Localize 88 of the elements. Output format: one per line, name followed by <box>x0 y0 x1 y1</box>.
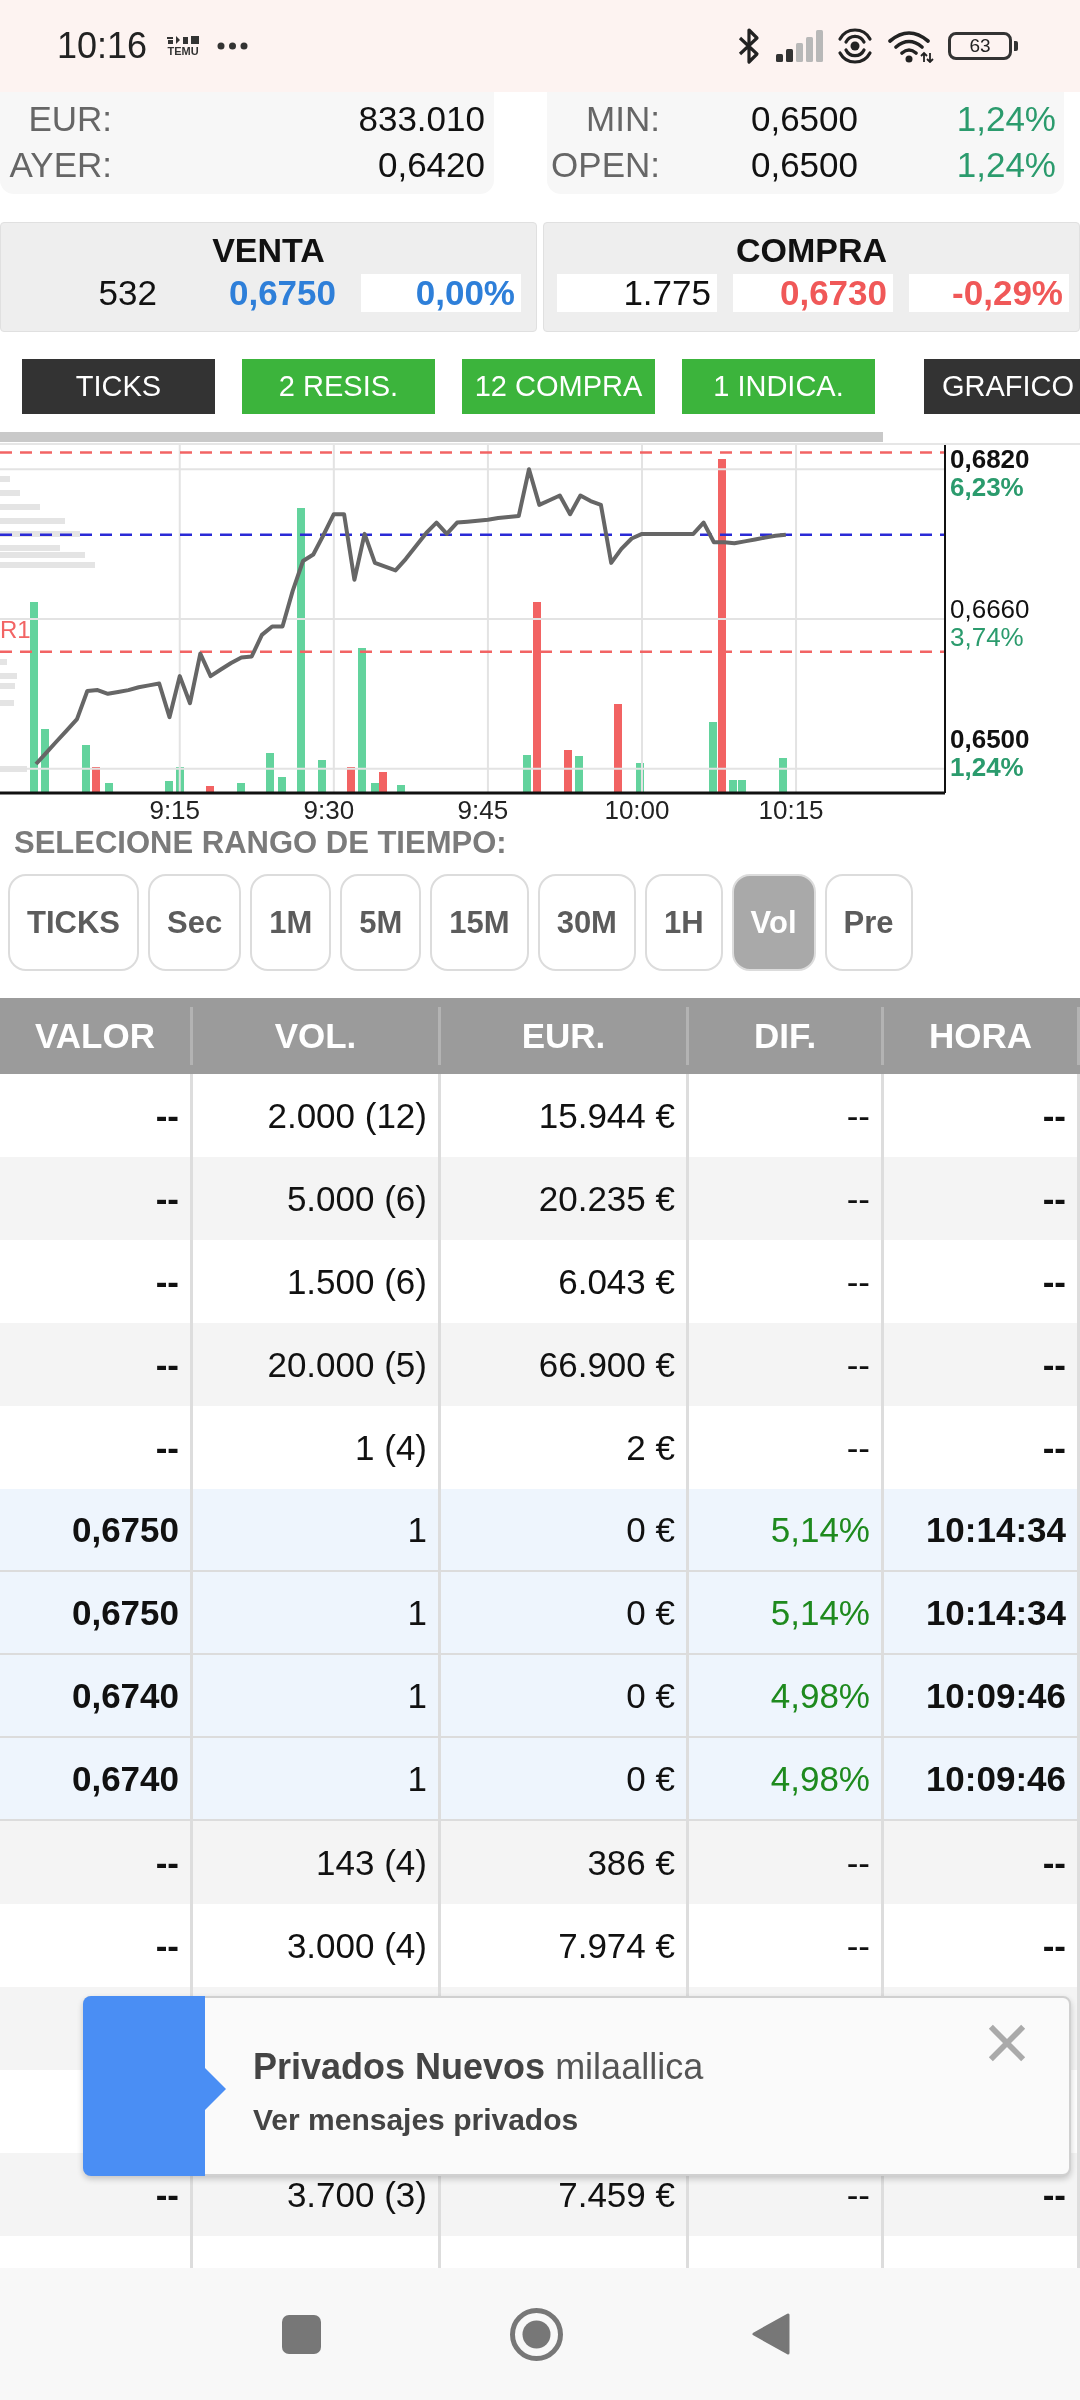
level-label: R1 <box>0 615 31 643</box>
volume-bar <box>564 750 572 793</box>
volume-bar <box>41 729 49 793</box>
column-header: VALOR <box>0 1007 193 1065</box>
percent-label: 3,74% <box>950 622 1024 652</box>
volume-bar <box>92 767 100 793</box>
section-title: SELECIONE RANGO DE TIEMPO: <box>14 825 508 861</box>
change-percent: 1,24% <box>955 99 1056 139</box>
volume-bar <box>636 763 644 793</box>
field-label: OPEN: <box>550 145 660 185</box>
horizontal-scrollbar[interactable] <box>0 432 883 442</box>
column-header: EUR. <box>441 1007 689 1065</box>
time-range-button[interactable]: 5M <box>340 874 422 971</box>
clock-time: 10:16 <box>57 25 148 67</box>
time-range-button[interactable]: 15M <box>430 874 529 971</box>
field-value: 0,6500 <box>749 99 858 139</box>
book-title: COMPRA <box>734 230 889 270</box>
volume-bar <box>318 760 326 793</box>
volume-bar <box>165 781 173 793</box>
axis-tick-label: 0,6660 <box>950 594 1030 624</box>
time-range-button[interactable]: 30M <box>537 874 636 971</box>
change-percent: 1,24% <box>955 145 1056 185</box>
close-icon[interactable] <box>988 2024 1026 2062</box>
axis-tick-label: 0,6820 <box>950 445 1030 475</box>
axis-tick-label: 10:15 <box>758 795 824 825</box>
volume-bar <box>397 785 405 793</box>
volume-bar <box>266 753 274 793</box>
book-value: 0,00% <box>361 274 521 312</box>
time-range-button[interactable]: Pre <box>824 874 913 971</box>
app-notification-icon <box>166 35 201 45</box>
volume-profile-bar <box>0 659 7 665</box>
time-range-button[interactable]: TICKS <box>8 874 139 971</box>
volume-bar <box>176 767 184 793</box>
book-value: 0,6730 <box>733 274 893 312</box>
time-range-button[interactable]: Sec <box>148 874 242 971</box>
back-icon[interactable] <box>752 2313 790 2355</box>
axis-tick-label: 9:30 <box>303 795 355 825</box>
volume-profile-bar <box>0 504 40 510</box>
filter-button[interactable]: TICKS <box>22 359 215 414</box>
time-range-button[interactable]: 1H <box>644 874 723 971</box>
battery-indicator: 63 <box>948 32 1018 60</box>
home-icon[interactable] <box>510 2307 563 2361</box>
volume-bar <box>105 783 113 793</box>
signal-icon <box>776 30 823 62</box>
volume-bar <box>523 755 531 793</box>
field-label: EUR: <box>27 99 112 139</box>
book-title: VENTA <box>211 230 326 270</box>
field-label: AYER: <box>8 145 112 185</box>
field-value: 0,6500 <box>749 145 858 185</box>
volume-bar <box>206 786 214 793</box>
axis-tick-label: 0,6500 <box>950 724 1030 754</box>
book-value: -0,29% <box>909 274 1069 312</box>
volume-bar <box>347 767 355 793</box>
notification-toast[interactable]: Privados Nuevos milaallica Ver mensajes privados <box>83 1996 1071 2176</box>
percent-label: 1,24% <box>950 752 1024 782</box>
hotspot-icon <box>837 28 873 64</box>
volume-profile-bar <box>0 490 20 496</box>
book-value: 1.775 <box>557 274 717 312</box>
column-header: DIF. <box>689 1007 884 1065</box>
notification-message: Ver mensajes privados <box>253 2102 580 2138</box>
axis-tick-label: 9:45 <box>457 795 509 825</box>
volume-bar <box>237 783 245 793</box>
volume-bar <box>82 745 90 793</box>
book-value: 0,6750 <box>227 274 337 312</box>
axis-tick-label: 10:00 <box>604 795 670 825</box>
percent-label: 6,23% <box>950 472 1024 503</box>
volume-bar <box>779 758 787 793</box>
volume-bar <box>575 756 583 793</box>
more-icon <box>217 42 249 50</box>
volume-profile-bar <box>0 700 14 706</box>
volume-profile-bar <box>0 673 17 679</box>
column-header: VOL. <box>193 1007 441 1065</box>
field-value: 0,6420 <box>376 145 485 185</box>
book-value: 532 <box>97 274 158 312</box>
view-button[interactable]: GRAFICO <box>924 359 1080 414</box>
volume-profile-bar <box>0 476 10 482</box>
volume-profile-bar <box>0 683 15 689</box>
field-label: MIN: <box>585 99 660 139</box>
axis-tick-label: 9:15 <box>149 795 201 825</box>
time-range-button[interactable]: 1M <box>250 874 332 971</box>
column-header: HORA <box>884 1007 1080 1065</box>
recent-apps-icon[interactable] <box>282 2314 321 2354</box>
app-label: TEMU <box>167 46 199 57</box>
field-value: 833.010 <box>357 99 485 139</box>
notification-title: Privados Nuevos milaallica <box>253 2045 705 2089</box>
volume-bar <box>278 777 286 793</box>
wifi-icon <box>887 29 934 63</box>
volume-profile-bar <box>0 518 65 524</box>
